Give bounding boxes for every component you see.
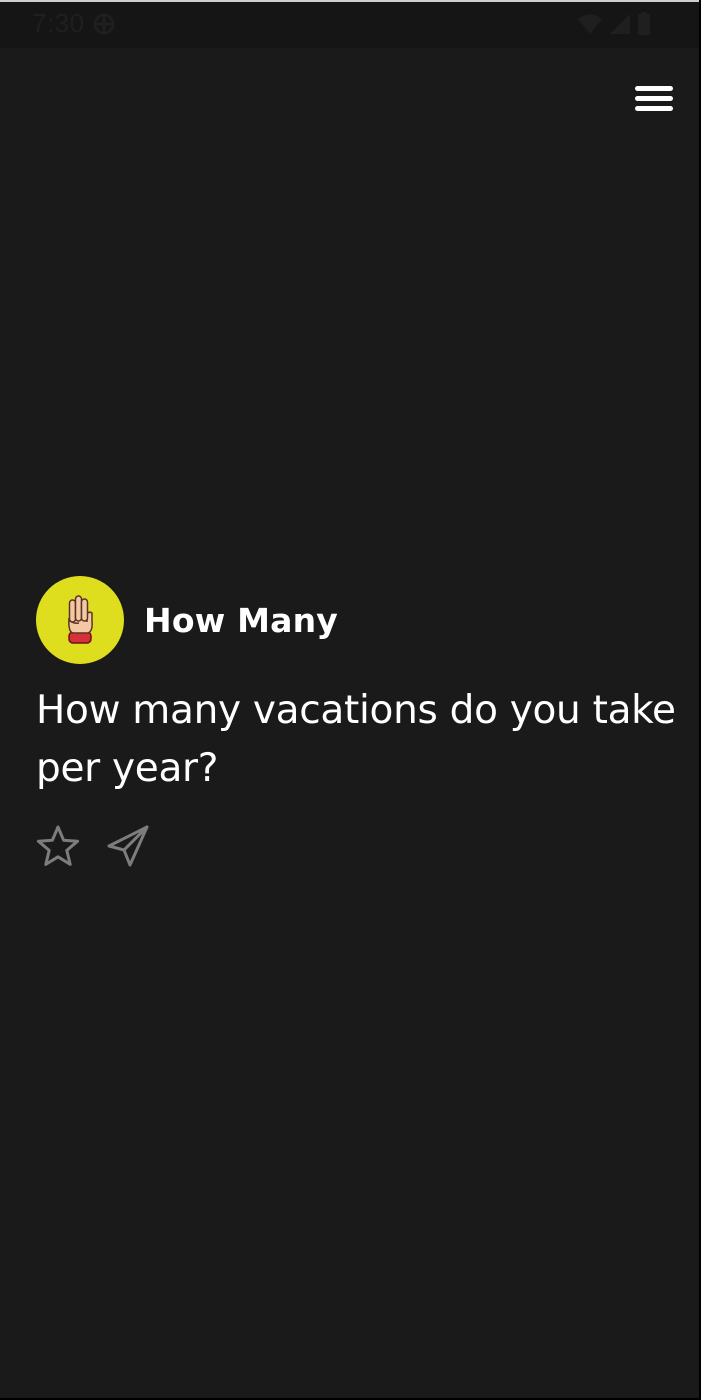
status-icons <box>577 12 651 36</box>
battery-icon <box>638 12 650 35</box>
menu-bar-middle <box>635 96 673 101</box>
question-card: How Many How many vacations do you take … <box>36 576 676 868</box>
three-fingers-hand-icon <box>68 595 93 644</box>
status-time: 7:30 <box>32 8 85 38</box>
status-bar: 7:30 <box>0 0 699 48</box>
star-icon <box>36 825 80 866</box>
menu-bar-top <box>635 86 673 91</box>
card-header: How Many <box>36 576 676 664</box>
category-avatar <box>36 576 124 664</box>
app-screen: 7:30 How Many How many vacations do you … <box>0 0 701 1400</box>
card-actions <box>36 824 676 868</box>
wifi-icon <box>578 14 602 34</box>
favorite-button[interactable] <box>36 824 80 868</box>
signal-icon <box>610 14 630 34</box>
question-text: How many vacations do you take per year? <box>36 688 676 791</box>
sync-icon <box>93 13 115 35</box>
share-button[interactable] <box>106 824 150 868</box>
hamburger-menu-icon[interactable] <box>633 82 675 116</box>
send-icon <box>107 825 149 867</box>
menu-bar-bottom <box>635 106 673 111</box>
category-title: How Many <box>144 600 338 640</box>
